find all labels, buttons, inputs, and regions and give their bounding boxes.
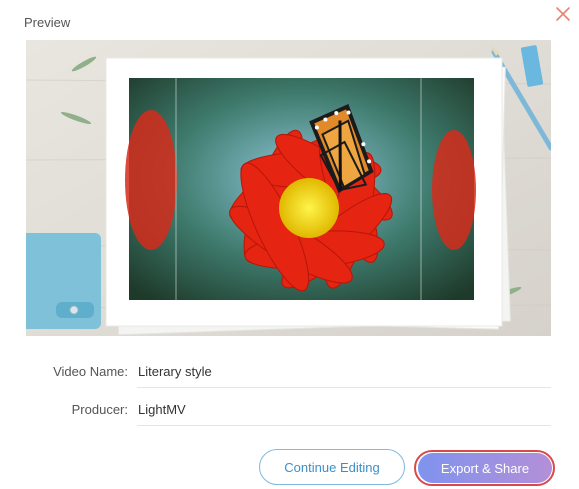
preview-dialog: Preview Video Name: Literary style Produ…	[0, 0, 579, 489]
notebook-decoration	[26, 233, 101, 329]
video-preview[interactable]	[26, 40, 551, 336]
producer-underline	[137, 425, 551, 426]
video-name-underline	[137, 387, 551, 388]
producer-label: Producer:	[71, 402, 128, 417]
producer-row: Producer: LightMV	[0, 400, 579, 424]
producer-field[interactable]: LightMV	[138, 402, 186, 417]
continue-editing-button[interactable]: Continue Editing	[259, 449, 405, 485]
video-name-label: Video Name:	[53, 364, 128, 379]
dialog-title: Preview	[24, 15, 71, 30]
export-share-button[interactable]: Export & Share	[418, 453, 552, 483]
butterfly-photo	[125, 78, 476, 300]
close-icon[interactable]	[553, 4, 573, 24]
video-name-field[interactable]: Literary style	[138, 364, 212, 379]
video-name-row: Video Name: Literary style	[0, 362, 579, 386]
